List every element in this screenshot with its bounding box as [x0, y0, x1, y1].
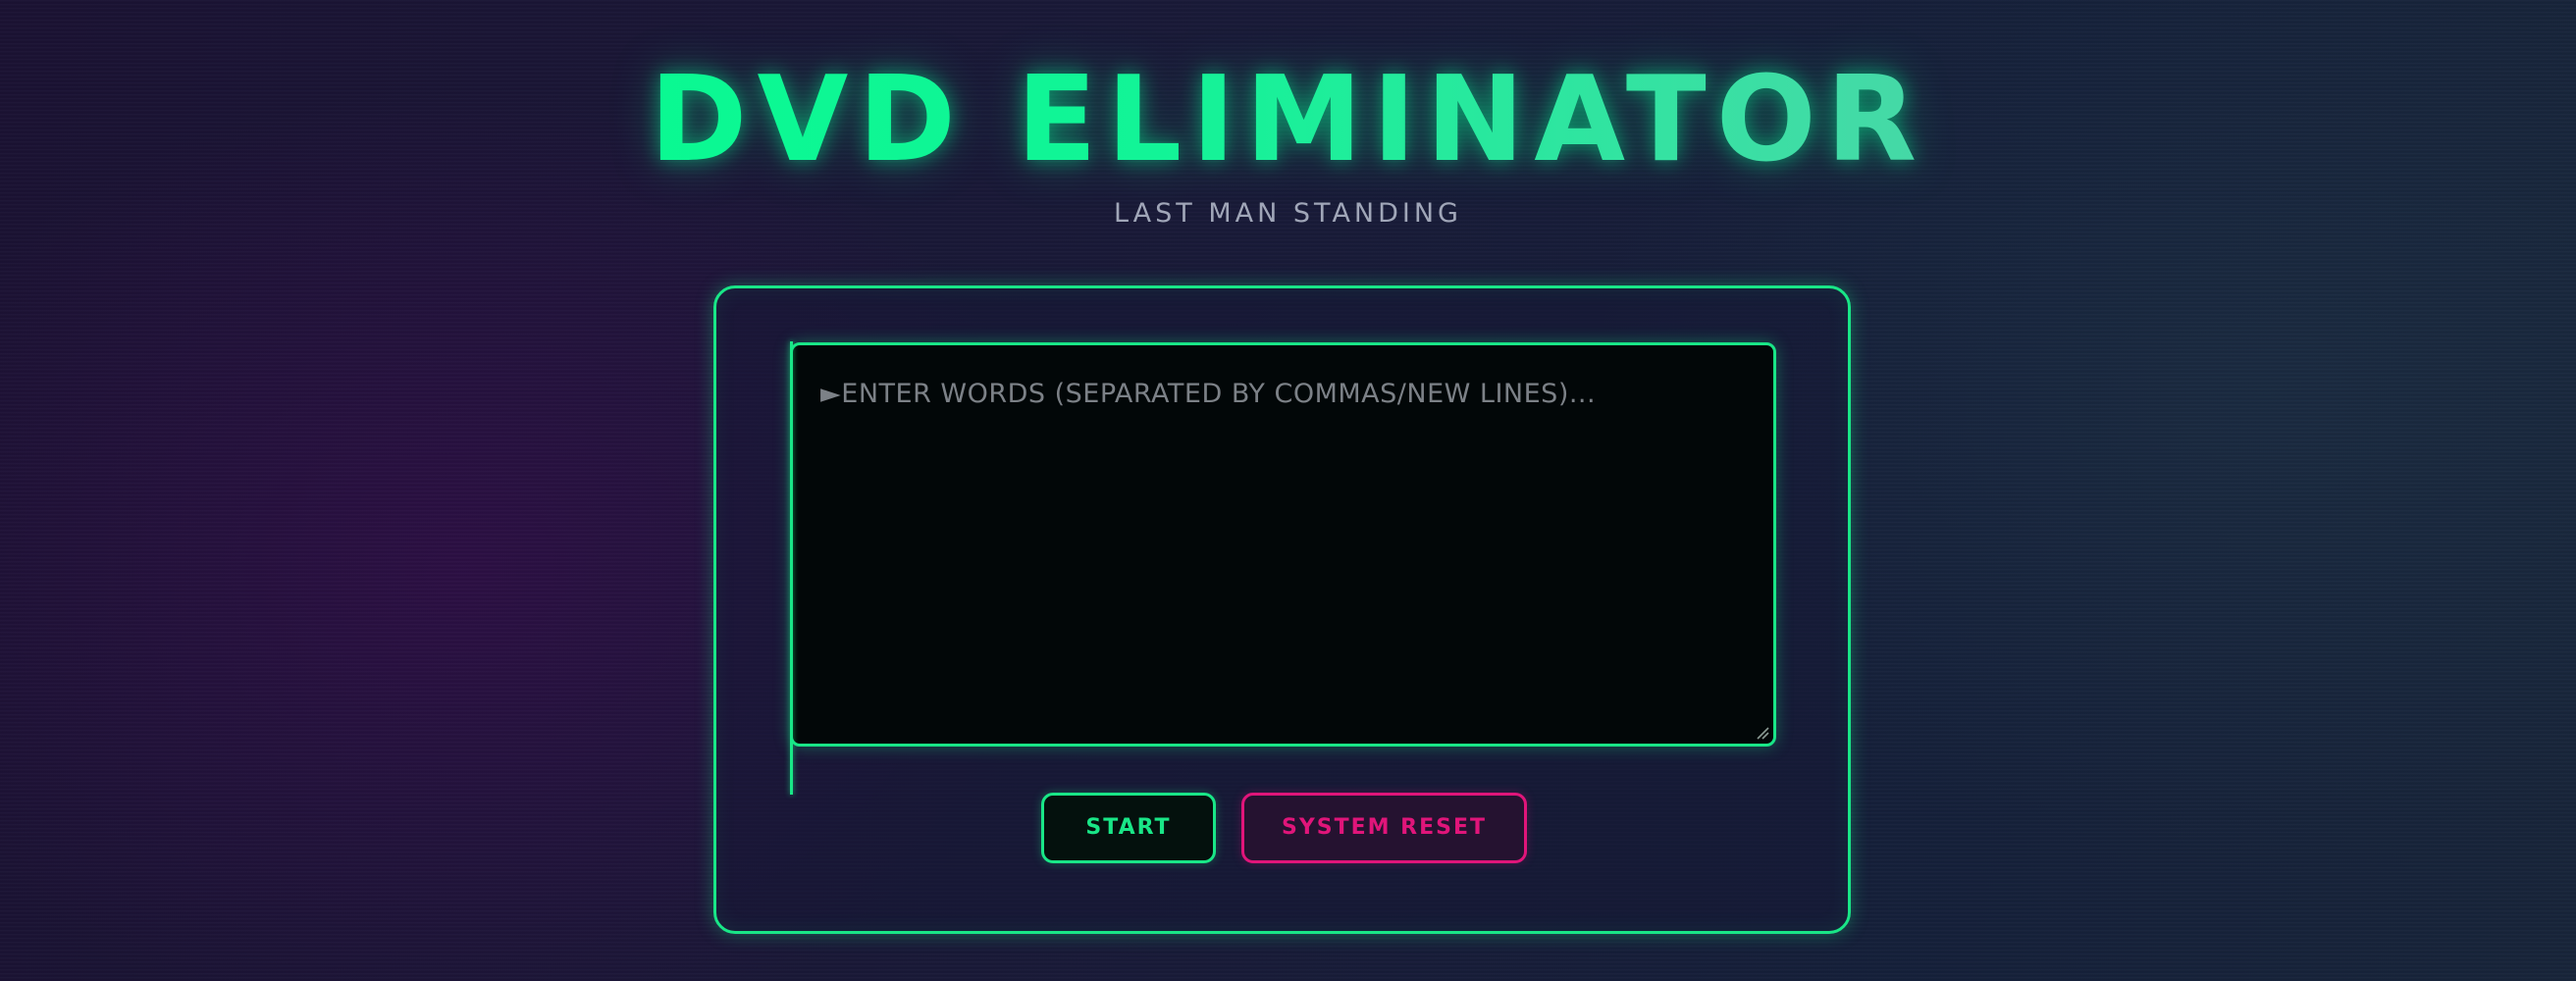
word-input-container	[790, 342, 1776, 747]
system-reset-button[interactable]: SYSTEM RESET	[1241, 793, 1527, 863]
start-button[interactable]: START	[1041, 793, 1216, 863]
app-root: DVD ELIMINATOR LAST MAN STANDING START S…	[0, 0, 2576, 981]
word-input[interactable]	[793, 345, 1773, 744]
resize-grip-icon[interactable]	[1756, 726, 1769, 740]
app-subtitle: LAST MAN STANDING	[1114, 198, 1462, 229]
text-cursor-bar	[790, 341, 793, 795]
app-title: DVD ELIMINATOR	[0, 57, 2576, 184]
